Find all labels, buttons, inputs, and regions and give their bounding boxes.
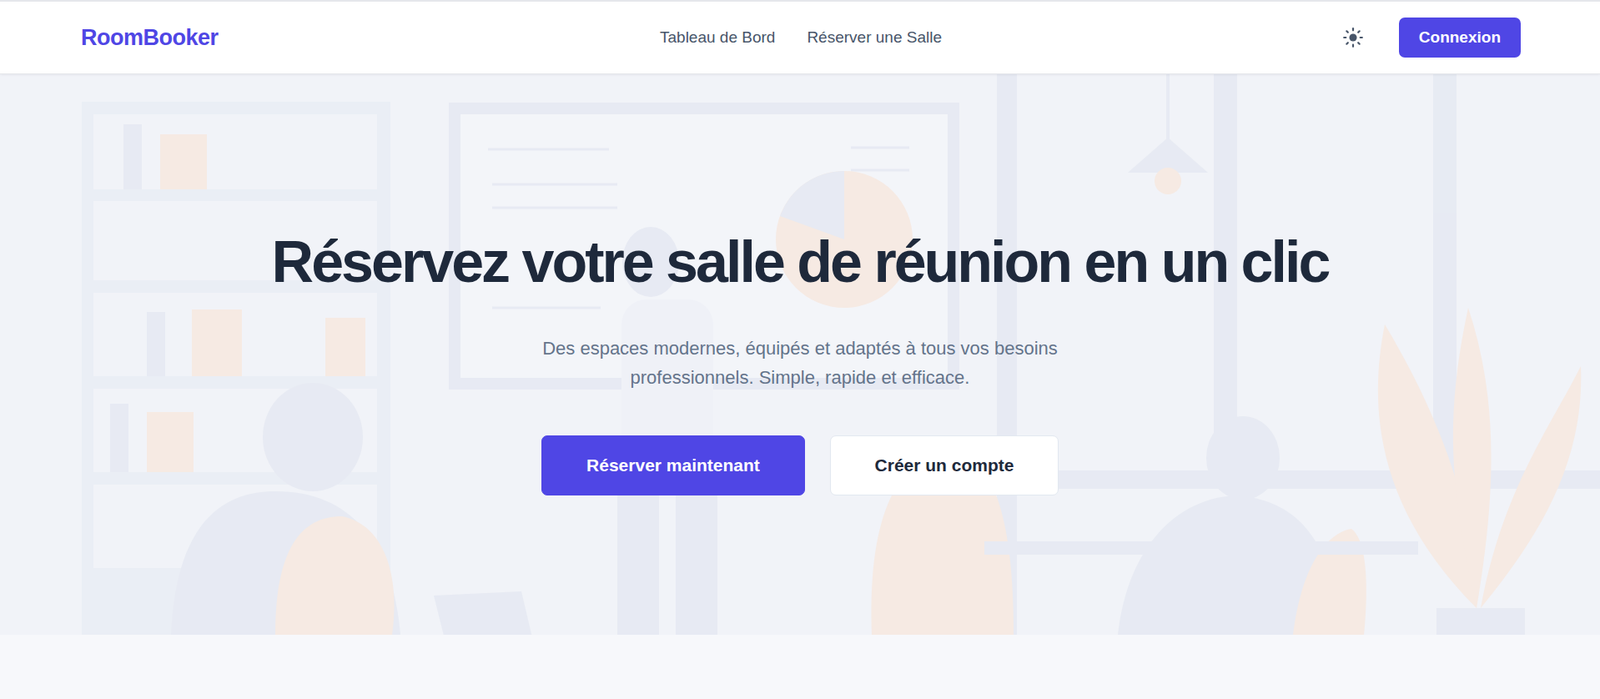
hero: Réservez votre salle de réunion en un cl… — [0, 74, 1600, 635]
login-button[interactable]: Connexion — [1398, 17, 1521, 58]
theme-toggle[interactable] — [1338, 23, 1368, 52]
hero-actions: Réserver maintenant Créer un compte — [541, 435, 1059, 496]
nav-link[interactable]: Tableau de Bord — [659, 28, 775, 47]
header: RoomBookerTableau de Bord Réserver une Sa… — [0, 0, 1600, 75]
logo[interactable]: RoomBooker — [80, 25, 660, 51]
page: RoomBookerTableau de Bord Réserver une Sa… — [0, 0, 1600, 699]
main-nav: Tableau de Bord Réserver une Salle — [659, 28, 942, 47]
nav-link[interactable]: Réserver une Salle — [806, 28, 942, 47]
hero-subtitle: Des espaces modernes, équipés et adaptés… — [491, 333, 1109, 393]
hero-content: Réservez votre salle de réunion en un cl… — [271, 213, 1329, 497]
secondary-button[interactable]: Créer un compte — [830, 435, 1059, 496]
sun-icon — [1342, 26, 1364, 49]
primary-button[interactable]: Réserver maintenant — [541, 435, 806, 496]
hero-title: Réservez votre salle de réunion en un cl… — [271, 228, 1329, 297]
header-actions: Connexion — [941, 17, 1521, 58]
content-area — [0, 634, 1600, 699]
